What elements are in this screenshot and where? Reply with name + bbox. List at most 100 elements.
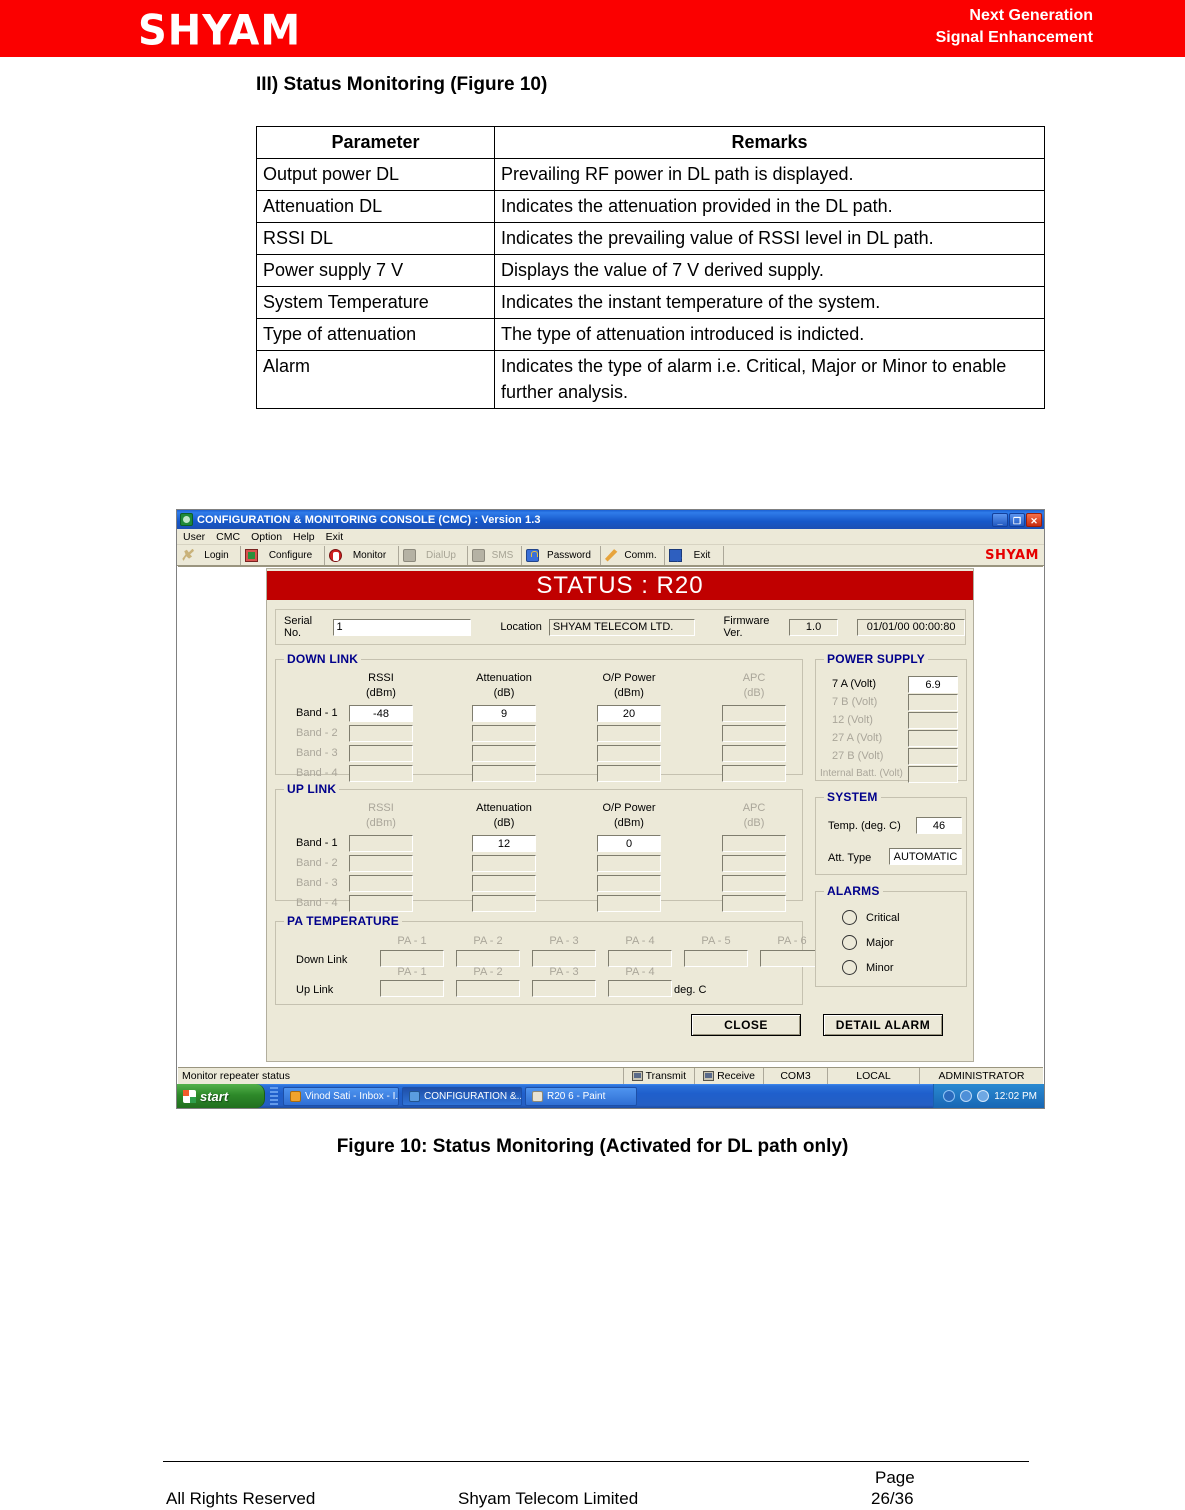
- taskbar-item[interactable]: CONFIGURATION &...: [402, 1086, 522, 1106]
- band-row-label: Band - 1: [296, 707, 338, 719]
- taskbar-item-label: CONFIGURATION &...: [424, 1090, 522, 1102]
- column-header-parameter: Parameter: [256, 126, 495, 159]
- menu-item-user[interactable]: User: [183, 531, 205, 543]
- toolbar-button-login[interactable]: Login: [177, 545, 241, 565]
- parameter-remarks-table: Parameter Remarks Output power DL Prevail…: [256, 126, 1045, 409]
- pa-up-link-label: Up Link: [296, 984, 334, 996]
- value-field[interactable]: -48: [349, 705, 413, 722]
- menu-item-exit[interactable]: Exit: [326, 531, 344, 543]
- system-group: SYSTEM Temp. (deg. C) 46 Att. Type AUTOM…: [815, 790, 967, 875]
- toolbar-label: SMS: [491, 549, 514, 561]
- column-header-unit: (dB): [493, 817, 515, 829]
- pa-up-link-value: [456, 980, 520, 997]
- att-type-value: AUTOMATIC: [889, 848, 962, 865]
- alarm-led-icon: [842, 935, 857, 950]
- toolbar-button-monitor[interactable]: Monitor: [325, 545, 399, 565]
- tray-volume-icon[interactable]: [943, 1090, 956, 1102]
- start-button[interactable]: start: [177, 1084, 265, 1108]
- serial-no-input[interactable]: 1: [332, 618, 472, 636]
- table-row: Attenuation DL Indicates the attenuation …: [256, 190, 1045, 223]
- power-supply-value: [908, 766, 958, 783]
- paint-icon: [532, 1090, 543, 1102]
- value-field[interactable]: 12: [472, 835, 536, 852]
- value-field: [349, 745, 413, 762]
- pa-up-link-value: [380, 980, 444, 997]
- value-field[interactable]: 0: [597, 835, 661, 852]
- column-header-unit: (dBm): [614, 687, 644, 699]
- cell-remarks: Displays the value of 7 V derived supply…: [494, 254, 1045, 287]
- taskbar-item[interactable]: Vinod Sati - Inbox - I...: [283, 1086, 399, 1106]
- cell-remarks: Indicates the prevailing value of RSSI l…: [494, 222, 1045, 255]
- toolbar-button-exit[interactable]: Exit: [665, 545, 724, 565]
- table-row: Output power DL Prevailing RF power in DL…: [256, 158, 1045, 191]
- tray-antivirus-icon[interactable]: [977, 1090, 990, 1102]
- taskbar-item-label: R20 6 - Paint: [547, 1090, 606, 1102]
- menu-item-help[interactable]: Help: [293, 531, 315, 543]
- band-row-label: Band - 1: [296, 837, 338, 849]
- windows-flag-icon: [183, 1089, 196, 1103]
- cell-remarks: Indicates the attenuation provided in th…: [494, 190, 1045, 223]
- toolbar-button-configure[interactable]: Configure: [241, 545, 325, 565]
- minimize-button[interactable]: _: [992, 512, 1008, 527]
- pa-column-header: PA - 2: [473, 966, 503, 978]
- exit-door-icon: [669, 548, 682, 562]
- pa-temperature-group: PA TEMPERATURE Down Link PA - 1 PA - 2 PA -…: [275, 914, 824, 1005]
- cell-remarks: Prevailing RF power in DL path is displa…: [494, 158, 1045, 191]
- toolbar-button-sms: SMS: [468, 545, 522, 565]
- dialup-icon: [403, 548, 416, 562]
- com-port-indicator: COM3: [763, 1068, 827, 1084]
- toolbar-label: Login: [204, 549, 229, 561]
- column-header-name: O/P Power: [602, 802, 656, 814]
- page-header-band: SHYAM Next Generation Signal Enhancement: [0, 0, 1185, 57]
- quick-launch-separator: [270, 1087, 278, 1105]
- toolbar-button-dialup: DialUp: [399, 545, 468, 565]
- value-field: [472, 745, 536, 762]
- pa-column-header: PA - 5: [701, 935, 731, 947]
- band-row-label: Band - 4: [296, 767, 338, 779]
- mdi-client-area: STATUS : R20 Serial No. 1 Location SHYAM…: [178, 566, 1043, 1083]
- power-supply-value: [908, 712, 958, 729]
- footer-company: Shyam Telecom Limited: [458, 1489, 639, 1508]
- system-group-title: SYSTEM: [824, 790, 881, 804]
- value-field: [472, 855, 536, 872]
- value-field: [597, 745, 661, 762]
- system-temp-label: Temp. (deg. C): [828, 820, 901, 832]
- receive-icon: [703, 1071, 715, 1081]
- location-label: Location: [500, 621, 542, 633]
- power-supply-row-label: Internal Batt. (Volt): [820, 768, 903, 779]
- taskbar-item[interactable]: R20 6 - Paint: [525, 1086, 637, 1106]
- table-row: Type of attenuation The type of attenuati…: [256, 318, 1045, 351]
- value-field[interactable]: 20: [597, 705, 661, 722]
- restore-button[interactable]: ❐: [1009, 512, 1025, 527]
- toolbar-button-password[interactable]: Password: [522, 545, 601, 565]
- close-button[interactable]: CLOSE: [691, 1014, 801, 1036]
- transmit-label: Transmit: [645, 1070, 687, 1082]
- close-window-button[interactable]: ✕: [1026, 512, 1042, 527]
- footer-page-word: Page: [875, 1468, 915, 1487]
- location-input[interactable]: SHYAM TELECOM LTD.: [548, 618, 695, 636]
- toolbar-button-comm[interactable]: Comm.: [601, 545, 665, 565]
- table-header-row: Parameter Remarks: [256, 126, 1045, 159]
- pa-down-link-value: [456, 950, 520, 967]
- tray-network-icon[interactable]: [960, 1090, 973, 1102]
- power-supply-value[interactable]: 6.9: [908, 676, 958, 693]
- value-field: [722, 745, 786, 762]
- detail-alarm-button[interactable]: DETAIL ALARM: [823, 1014, 943, 1036]
- toolbar-label: Password: [547, 549, 591, 561]
- firmware-version-label: Firmware Ver.: [723, 615, 770, 639]
- value-field: [472, 875, 536, 892]
- alarm-label: Major: [866, 936, 894, 949]
- menu-item-option[interactable]: Option: [251, 531, 282, 543]
- att-type-label: Att. Type: [828, 852, 872, 864]
- value-field: [722, 835, 786, 852]
- cell-parameter: RSSI DL: [256, 222, 495, 255]
- value-field: [597, 855, 661, 872]
- alarm-label: Critical: [866, 911, 900, 924]
- menu-item-cmc[interactable]: CMC: [216, 531, 240, 543]
- value-field: [597, 875, 661, 892]
- value-field[interactable]: 9: [472, 705, 536, 722]
- serial-no-label: Serial No.: [284, 615, 313, 639]
- down-link-group: DOWN LINK RSSI (dBm) Attenuation (dB) O/P Po…: [275, 652, 803, 782]
- tagline-line-1: Next Generation: [969, 7, 1093, 24]
- window-title-bar: CONFIGURATION & MONITORING CONSOLE (CMC)…: [177, 510, 1044, 529]
